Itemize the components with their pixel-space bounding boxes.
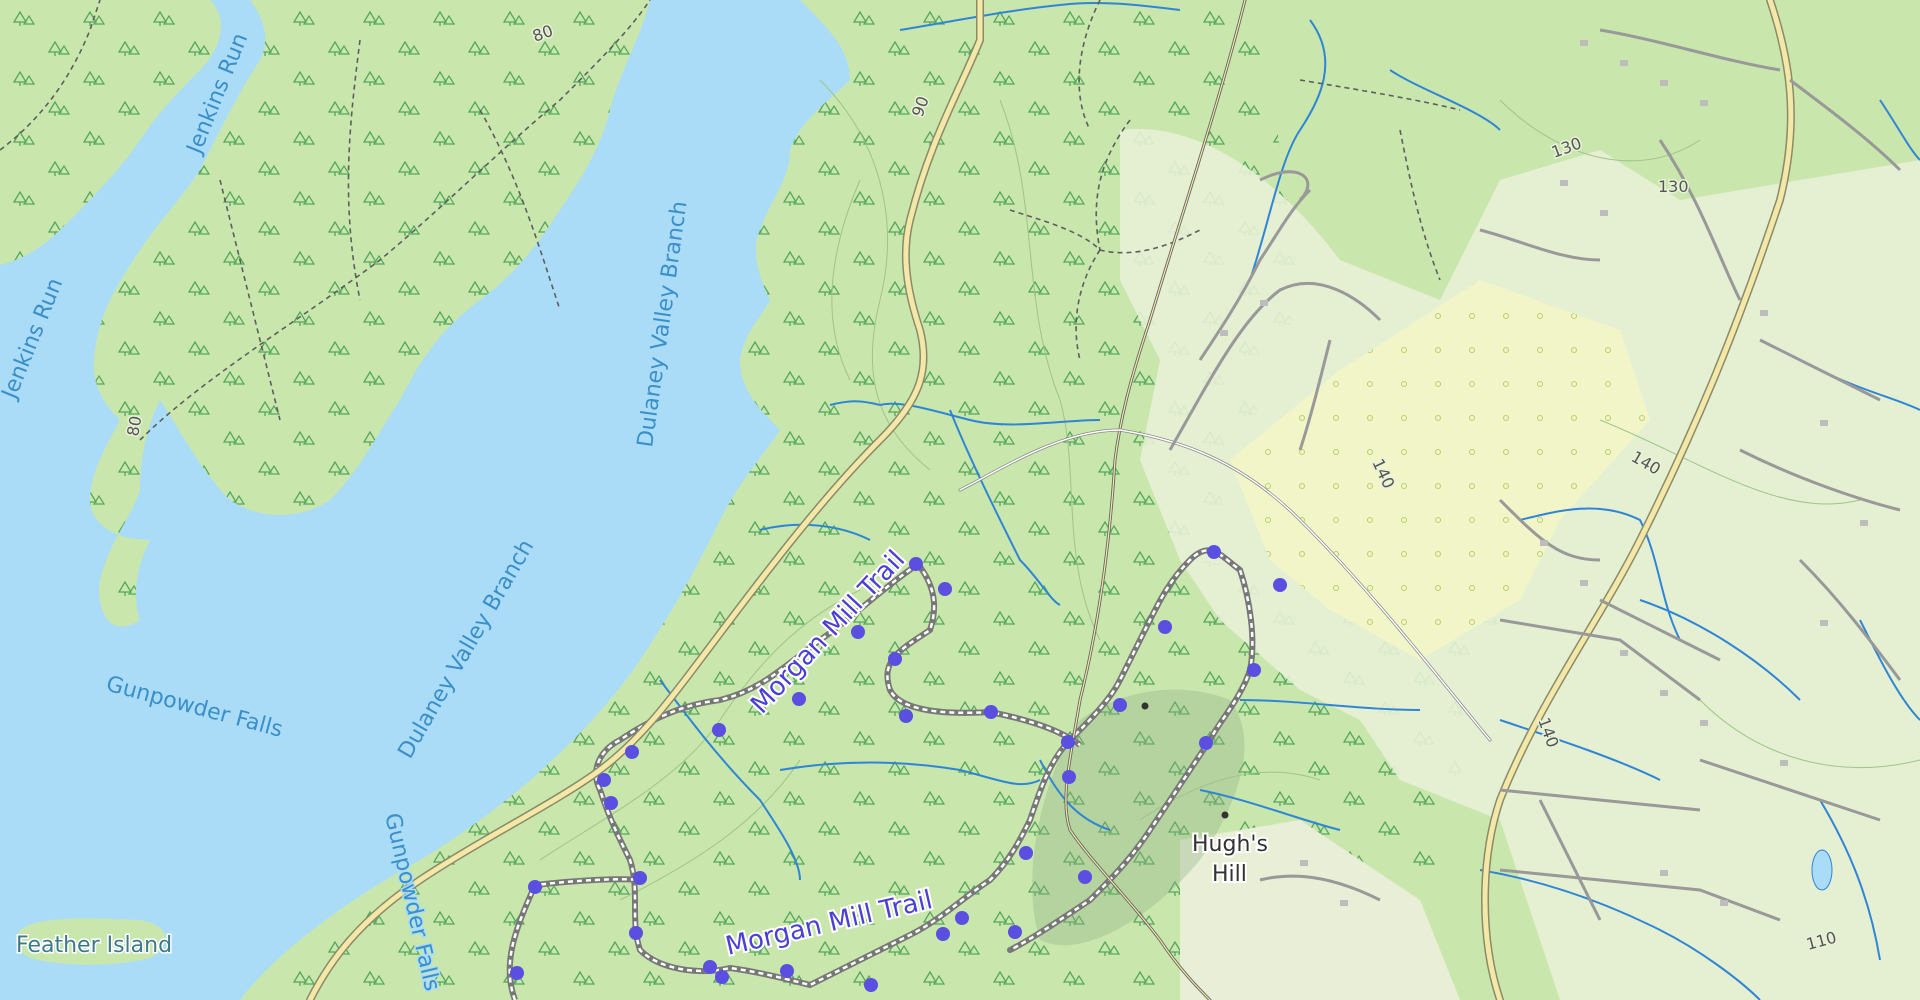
trail-waypoint-icon — [510, 966, 524, 980]
trail-waypoint-icon — [1158, 620, 1172, 634]
trail-waypoint-icon — [604, 796, 618, 810]
place-label-hughs-hill-line2: Hill — [1212, 862, 1247, 887]
elevation-label: 130 — [1658, 177, 1689, 196]
trail-waypoint-icon — [629, 926, 643, 940]
trail-waypoint-icon — [1247, 663, 1261, 677]
trail-waypoint-icon — [625, 745, 639, 759]
trail-waypoint-icon — [528, 880, 542, 894]
trail-waypoint-icon — [1199, 736, 1213, 750]
place-label-feather-island: Feather Island — [16, 933, 172, 958]
summit-icon — [1141, 702, 1149, 710]
place-label-hughs-hill-line1: Hugh's — [1192, 832, 1268, 857]
trail-waypoint-icon — [1273, 578, 1287, 592]
trail-waypoint-icon — [712, 723, 726, 737]
pond — [1811, 849, 1833, 891]
summit-icon — [1221, 811, 1229, 819]
trail-waypoint-icon — [1019, 846, 1033, 860]
trail-waypoint-icon — [780, 964, 794, 978]
trail-waypoint-icon — [1061, 735, 1075, 749]
map-canvas[interactable]: Jenkins Run Jenkins Run Dulaney Valley B… — [0, 0, 1920, 1000]
trail-waypoint-icon — [899, 709, 913, 723]
trail-waypoint-icon — [936, 927, 950, 941]
trail-waypoint-icon — [633, 871, 647, 885]
trail-waypoint-icon — [597, 773, 611, 787]
trail-waypoint-icon — [1078, 870, 1092, 884]
trail-waypoint-icon — [715, 970, 729, 984]
elevation-label: 80 — [123, 414, 145, 437]
trail-waypoint-icon — [909, 557, 923, 571]
trail-waypoint-icon — [1062, 770, 1076, 784]
trail-waypoint-icon — [1207, 545, 1221, 559]
trail-waypoint-icon — [955, 911, 969, 925]
trail-waypoint-icon — [1113, 698, 1127, 712]
trail-waypoint-icon — [792, 692, 806, 706]
trail-waypoint-icon — [703, 960, 717, 974]
trail-waypoint-icon — [938, 582, 952, 596]
trail-waypoint-icon — [888, 652, 902, 666]
trail-waypoint-icon — [1008, 925, 1022, 939]
trail-waypoint-icon — [864, 978, 878, 992]
trail-waypoint-icon — [984, 705, 998, 719]
